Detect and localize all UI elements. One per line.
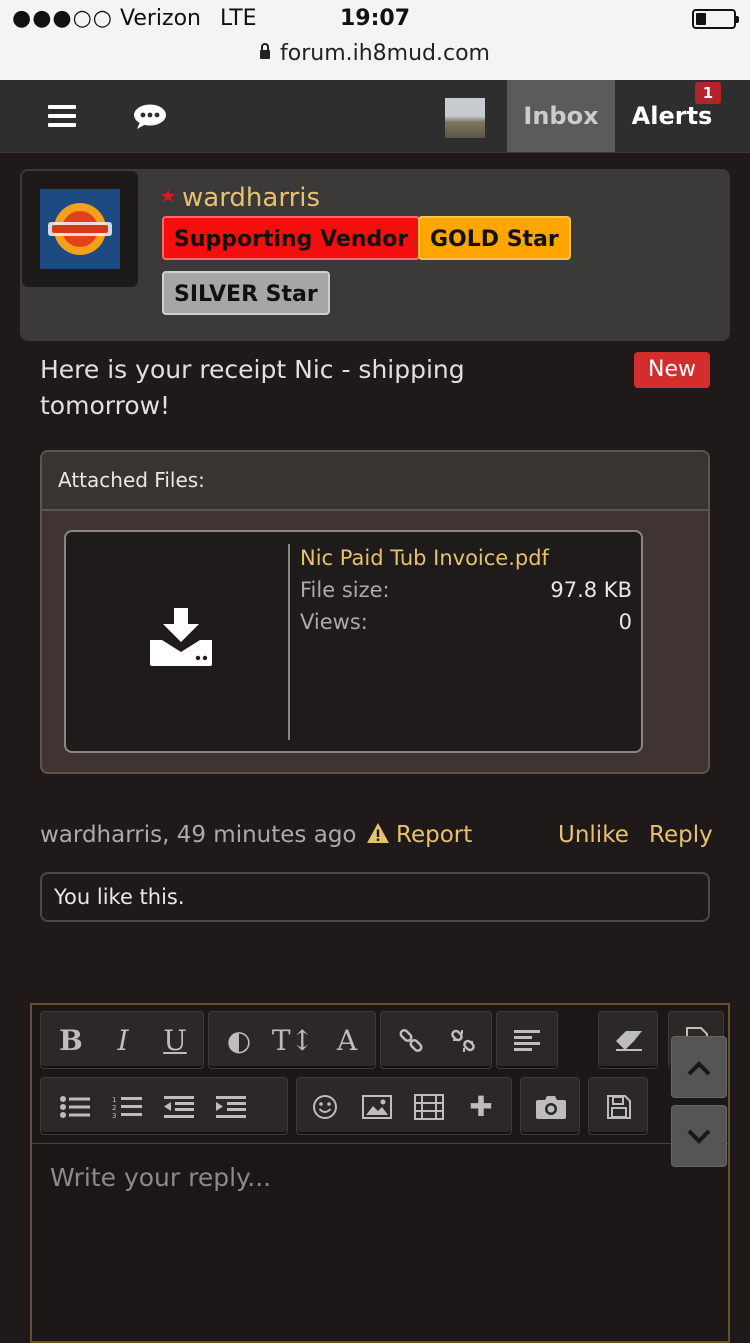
save-group: [588, 1077, 648, 1135]
unlink-icon[interactable]: [437, 1012, 489, 1070]
url-text: forum.ih8mud.com: [280, 41, 490, 66]
views-label: Views:: [300, 610, 368, 634]
username[interactable]: wardharris: [182, 183, 320, 213]
report-link[interactable]: Report: [366, 822, 472, 848]
font-family-icon[interactable]: A: [321, 1012, 373, 1070]
alerts-count-badge: 1: [695, 82, 721, 104]
align-icon[interactable]: [501, 1012, 553, 1070]
inbox-tab[interactable]: Inbox: [507, 80, 615, 152]
numbered-list-icon[interactable]: 123: [101, 1078, 153, 1136]
scroll-down-button[interactable]: [671, 1105, 727, 1167]
attached-files-panel: Attached Files: Nic Paid Tub Invoice.pdf…: [40, 450, 710, 774]
eraser-group: [598, 1011, 658, 1069]
report-label: Report: [396, 822, 473, 848]
font-group: ◐ T↕ A: [208, 1011, 376, 1069]
align-group: [496, 1011, 558, 1069]
attachment-item[interactable]: Nic Paid Tub Invoice.pdf File size: 97.8…: [64, 530, 643, 753]
new-badge: New: [634, 352, 710, 388]
chat-bubble-icon[interactable]: [133, 104, 167, 134]
bullet-list-icon[interactable]: [49, 1078, 101, 1136]
attached-files-header: Attached Files:: [42, 452, 708, 511]
svg-text:3: 3: [112, 1112, 116, 1119]
file-size-label: File size:: [300, 578, 390, 602]
link-group: [380, 1011, 492, 1069]
editor-toolbar: B I U ◐ T↕ A 1 2 3 ✚: [32, 1005, 728, 1144]
underline-icon[interactable]: U: [149, 1012, 201, 1070]
save-draft-icon[interactable]: [593, 1078, 645, 1136]
supporting-vendor-badge: Supporting Vendor: [162, 216, 421, 260]
list-group: 123: [40, 1077, 288, 1135]
avatar[interactable]: [40, 189, 120, 269]
scroll-up-button[interactable]: [671, 1036, 727, 1098]
camera-icon[interactable]: [525, 1078, 577, 1136]
views-row: Views: 0: [300, 610, 632, 634]
eraser-icon[interactable]: [603, 1012, 655, 1070]
svg-text:2: 2: [112, 1104, 116, 1112]
insert-group: ✚: [296, 1077, 512, 1135]
reply-input[interactable]: Write your reply...: [50, 1163, 271, 1192]
download-icon[interactable]: [150, 608, 212, 670]
outdent-icon[interactable]: [153, 1078, 205, 1136]
image-icon[interactable]: [351, 1078, 403, 1136]
unlike-link[interactable]: Unlike: [558, 822, 629, 848]
likes-summary: You like this.: [40, 872, 710, 922]
chevron-down-icon: [687, 1129, 711, 1144]
italic-icon[interactable]: I: [97, 1012, 149, 1070]
color-icon[interactable]: ◐: [213, 1012, 265, 1070]
star-icon: ★: [160, 186, 177, 207]
file-size-row: File size: 97.8 KB: [300, 578, 632, 602]
warning-icon: [367, 823, 389, 843]
smilie-icon[interactable]: [299, 1078, 351, 1136]
gold-star-badge: GOLD Star: [418, 216, 571, 260]
chevron-up-icon: [687, 1061, 711, 1076]
link-icon[interactable]: [385, 1012, 437, 1070]
hamburger-menu-icon[interactable]: [48, 105, 76, 127]
lock-icon: [260, 43, 270, 59]
text-style-group: B I U: [40, 1011, 204, 1069]
views-value: 0: [618, 610, 632, 634]
insert-more-icon[interactable]: ✚: [455, 1078, 507, 1136]
reply-link[interactable]: Reply: [649, 822, 713, 848]
camera-group: [520, 1077, 580, 1135]
battery-icon: [692, 9, 739, 29]
post-message: Here is your receipt Nic - shipping tomo…: [40, 355, 465, 420]
address-bar[interactable]: forum.ih8mud.com: [0, 41, 750, 66]
forum-navbar: Inbox Alerts: [0, 80, 750, 153]
clock: 19:07: [339, 6, 411, 31]
indent-icon[interactable]: [205, 1078, 257, 1136]
reply-editor: B I U ◐ T↕ A 1 2 3 ✚ Write your reply...: [30, 1003, 730, 1343]
attachment-filename[interactable]: Nic Paid Tub Invoice.pdf: [300, 546, 549, 570]
svg-text:1: 1: [112, 1096, 116, 1104]
post-meta[interactable]: wardharris, 49 minutes ago: [40, 822, 357, 848]
bold-icon[interactable]: B: [45, 1012, 97, 1070]
attachment-divider: [288, 544, 290, 740]
file-size-value: 97.8 KB: [550, 578, 632, 602]
font-size-icon[interactable]: T↕: [267, 1012, 319, 1070]
user-avatar-thumbnail[interactable]: [445, 98, 485, 138]
media-icon[interactable]: [403, 1078, 455, 1136]
silver-star-badge: SILVER Star: [162, 271, 330, 315]
ios-status-bar: ●●●○○ Verizon LTE 19:07 forum.ih8mud.com: [0, 0, 750, 80]
